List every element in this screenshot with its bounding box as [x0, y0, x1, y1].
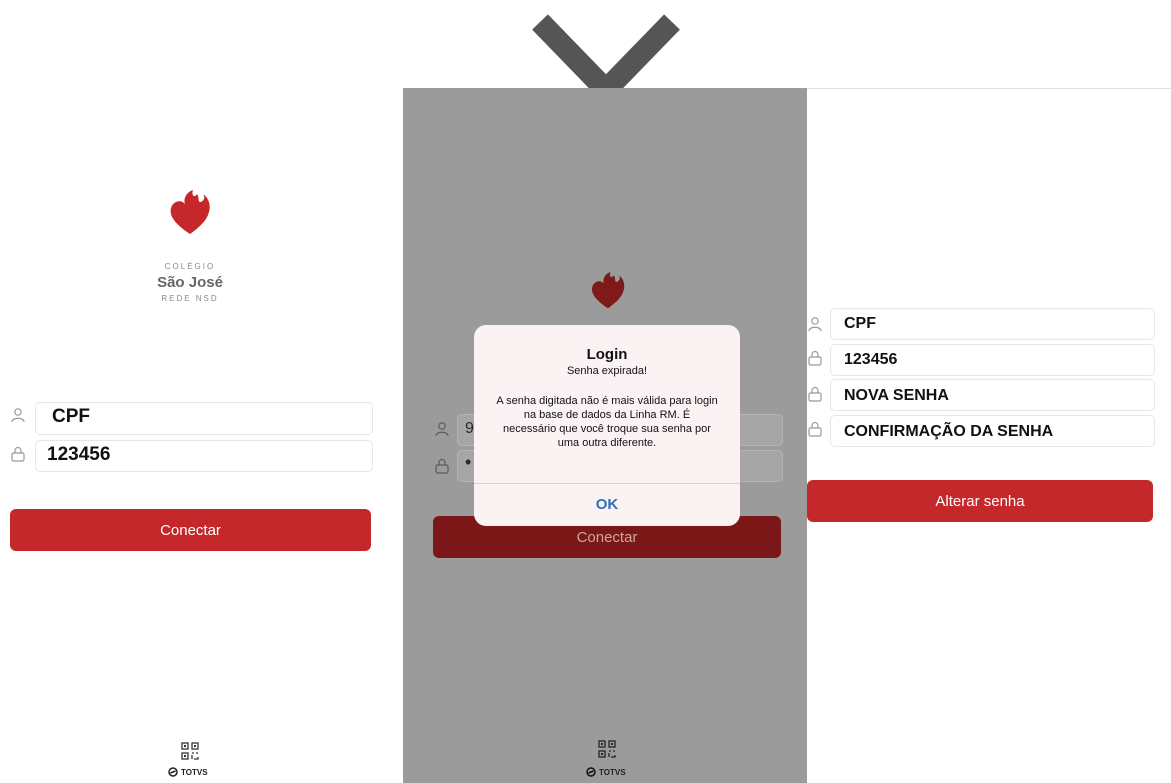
connect-button[interactable]: Conectar — [10, 509, 371, 551]
user-icon — [11, 408, 25, 423]
confirm-password-input-value: CONFIRMAÇÃO DA SENHA — [844, 423, 1054, 440]
user-icon — [808, 317, 822, 332]
cpf-input-value: CPF — [52, 406, 90, 427]
totvs-logo-icon — [168, 767, 178, 777]
lock-icon — [11, 446, 25, 462]
lock-icon — [808, 350, 822, 366]
login-alert-dialog: Login Senha expirada! A senha digitada n… — [474, 325, 740, 526]
qr-code-icon[interactable] — [598, 740, 616, 758]
cpf-input-dimmed-value: 9 — [465, 420, 474, 437]
current-password-input-value: 123456 — [844, 351, 898, 368]
password-input-dimmed-value: • — [465, 452, 472, 472]
user-icon — [435, 422, 449, 437]
dialog-message: A senha digitada não é mais válida para … — [496, 395, 718, 449]
brand-top-text: COLÉGIO — [164, 262, 216, 271]
change-password-button[interactable]: Alterar senha — [807, 480, 1153, 522]
brand-name: São José — [157, 274, 223, 291]
totvs-logo-icon — [586, 767, 596, 777]
totvs-logo: TOTVS — [586, 767, 626, 777]
flaming-heart-icon — [591, 272, 625, 309]
lock-icon — [808, 386, 822, 402]
right-panel-top-border — [807, 88, 1171, 89]
password-input-value: 123456 — [47, 444, 111, 465]
dialog-divider — [474, 483, 740, 484]
flaming-heart-icon — [170, 190, 210, 234]
qr-code-icon[interactable] — [181, 742, 199, 760]
brand-logo: COLÉGIO São José REDE NSD — [150, 188, 230, 308]
totvs-text: TOTVS — [599, 767, 626, 777]
totvs-text: TOTVS — [181, 767, 208, 777]
totvs-logo: TOTVS — [168, 767, 208, 777]
dialog-subtitle: Senha expirada! — [566, 365, 648, 377]
cpf-input-value: CPF — [844, 315, 876, 332]
dialog-title: Login — [586, 346, 628, 363]
dialog-ok-button[interactable]: OK — [474, 496, 740, 513]
brand-bottom-text: REDE NSD — [161, 294, 219, 303]
lock-icon — [808, 421, 822, 437]
new-password-input-value: NOVA SENHA — [844, 387, 949, 404]
lock-icon — [435, 458, 449, 474]
